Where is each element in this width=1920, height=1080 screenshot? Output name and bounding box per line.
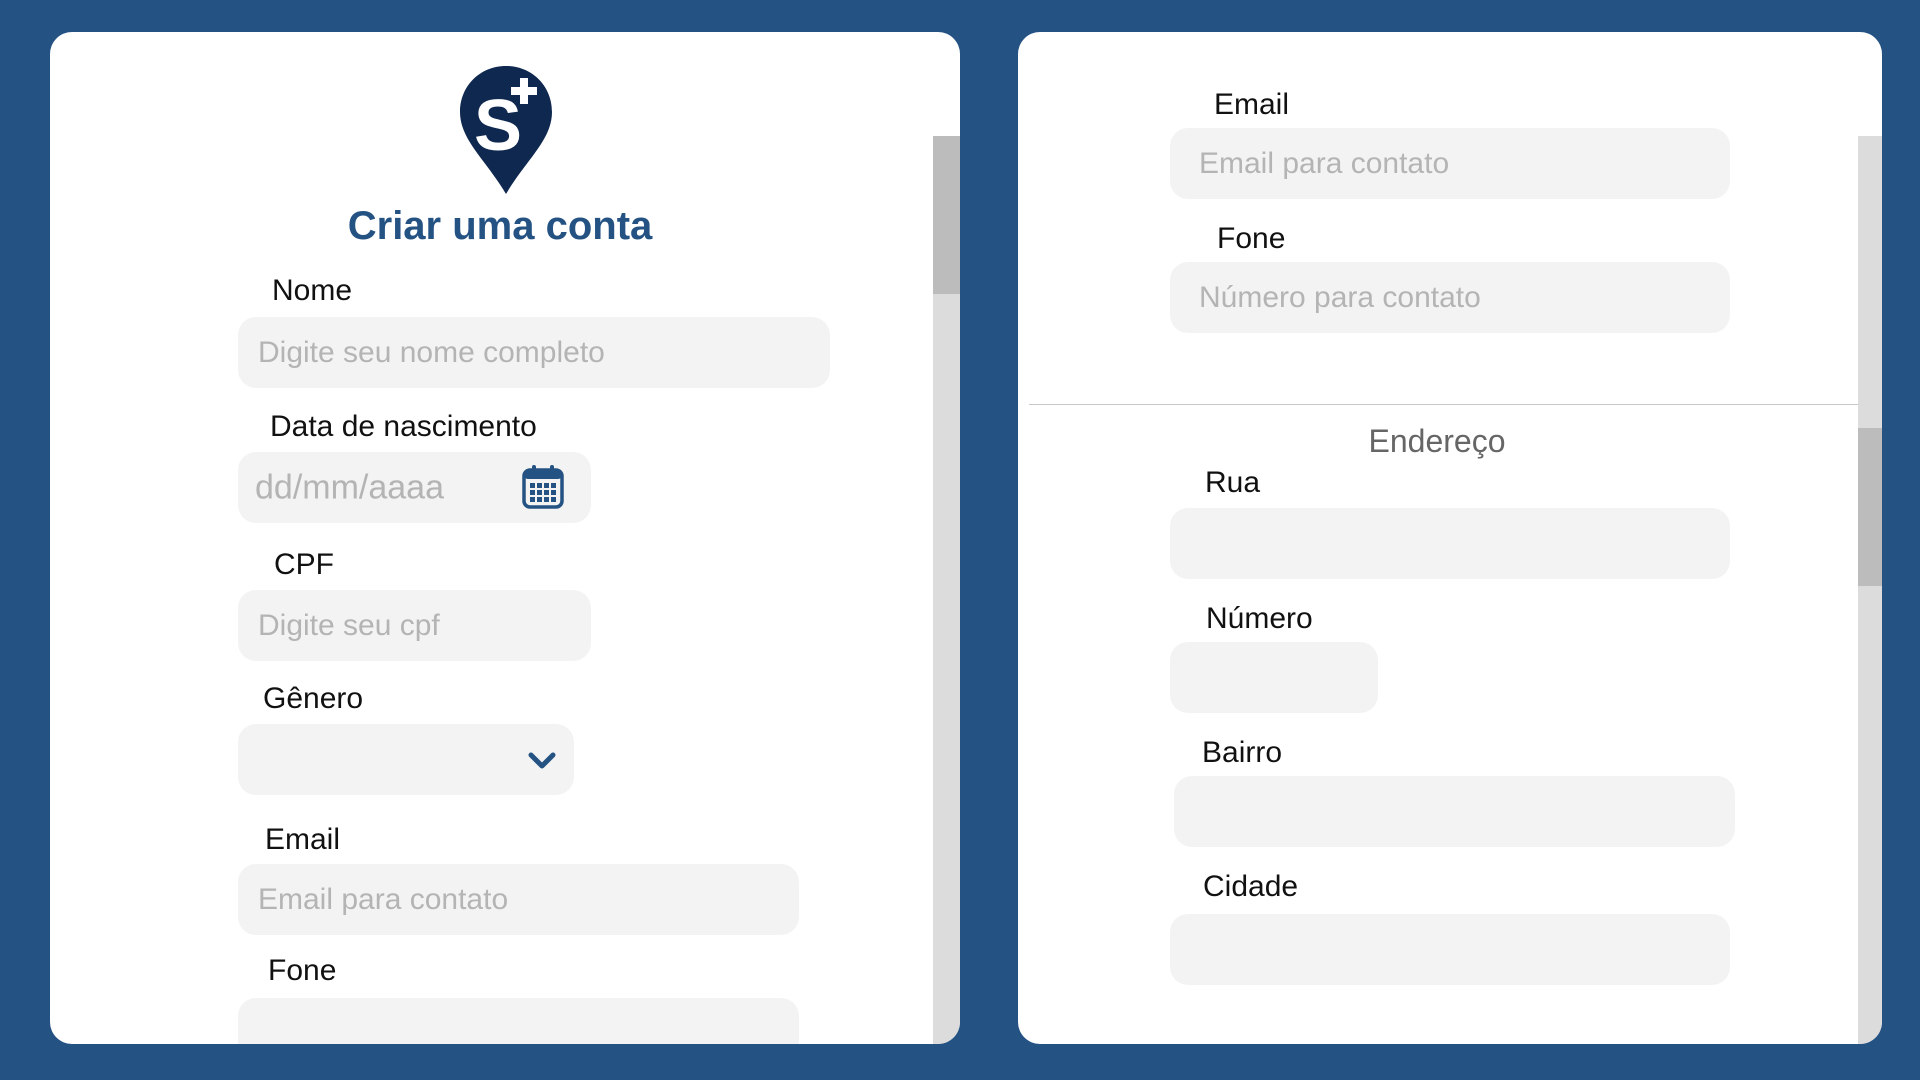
nome-label: Nome <box>272 274 353 307</box>
nascimento-placeholder: dd/mm/aaaa <box>255 468 444 506</box>
section-divider <box>1029 404 1882 405</box>
email-input[interactable]: Email para contato <box>1170 128 1730 199</box>
bairro-label: Bairro <box>1202 736 1283 769</box>
nascimento-date-input[interactable]: dd/mm/aaaa <box>238 452 591 523</box>
cidade-input[interactable] <box>1170 914 1730 985</box>
cidade-label: Cidade <box>1203 870 1299 903</box>
numero-label: Número <box>1206 602 1313 635</box>
genero-label: Gênero <box>263 682 364 715</box>
rua-input[interactable] <box>1170 508 1730 579</box>
cpf-placeholder: Digite seu cpf <box>258 608 440 642</box>
cpf-input[interactable]: Digite seu cpf <box>238 590 591 661</box>
nome-input[interactable]: Digite seu nome completo <box>238 317 830 388</box>
scrollbar[interactable] <box>1858 136 1882 1044</box>
app-logo: S <box>460 66 552 194</box>
scrollbar[interactable] <box>933 136 960 1044</box>
nascimento-label: Data de nascimento <box>270 410 537 443</box>
email-placeholder: Email para contato <box>258 882 509 916</box>
fone-placeholder: Número para contato <box>1199 280 1481 314</box>
email-input[interactable]: Email para contato <box>238 864 799 935</box>
genero-select[interactable] <box>238 724 574 795</box>
nome-placeholder: Digite seu nome completo <box>258 335 605 369</box>
page-title: Criar uma conta <box>347 204 653 248</box>
chevron-down-icon[interactable] <box>528 752 556 770</box>
signup-panel-right: Email Email para contato Fone Número par… <box>1018 32 1882 1044</box>
numero-input[interactable] <box>1170 642 1378 713</box>
signup-panel-left: S Criar uma conta Nome Digite seu nome c… <box>50 32 960 1044</box>
scrollbar-thumb[interactable] <box>1858 428 1882 586</box>
fone-input[interactable]: Número para contato <box>1170 262 1730 333</box>
rua-label: Rua <box>1205 466 1261 499</box>
fone-label: Fone <box>1217 222 1286 255</box>
scrollbar-thumb[interactable] <box>933 136 960 294</box>
email-placeholder: Email para contato <box>1199 146 1450 180</box>
email-label: Email <box>1214 88 1290 121</box>
svg-text:S: S <box>474 86 522 166</box>
calendar-icon[interactable] <box>522 465 564 509</box>
bairro-input[interactable] <box>1174 776 1735 847</box>
fone-label: Fone <box>268 954 337 987</box>
email-label: Email <box>265 823 341 856</box>
cpf-label: CPF <box>274 548 334 581</box>
fone-input[interactable] <box>238 998 799 1044</box>
address-section-title: Endereço <box>1368 423 1506 459</box>
